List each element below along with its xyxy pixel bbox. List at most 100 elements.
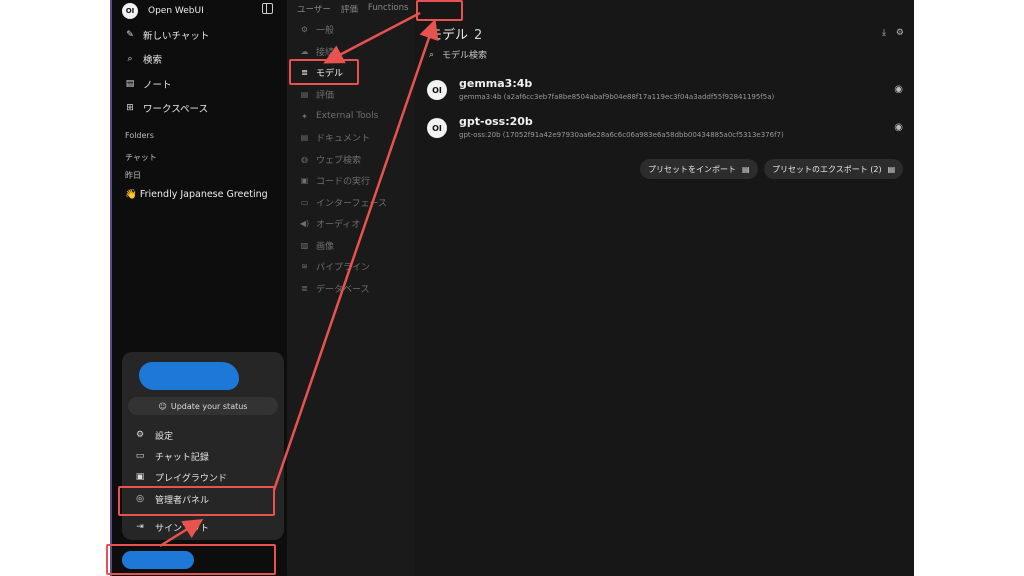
- settings-nav-interface[interactable]: ▭ インターフェース: [299, 194, 387, 210]
- models-toolbar: ⤓ ⚙: [882, 28, 904, 38]
- sidebar-item-label: 検索: [143, 55, 163, 66]
- sidebar-item-new-chat[interactable]: ✎ 新しいチャット: [124, 27, 209, 43]
- sidebar-item-search[interactable]: ⌕ 検索: [124, 51, 162, 67]
- model-row[interactable]: OI gemma3:4b gemma3:4b (a2af6cc3eb7fa8be…: [427, 76, 907, 106]
- settings-nav-label: オーディオ: [316, 219, 361, 230]
- models-panel: モデル 2 ⤓ ⚙ ⌕ モデル検索 OI gemma3:4b gemma3:4b …: [415, 0, 914, 576]
- export-presets-button[interactable]: プリセットのエクスポート (2) ▤: [764, 159, 904, 179]
- model-row[interactable]: OI gpt-oss:20b gpt-oss:20b (17052f91a42e…: [427, 114, 907, 144]
- chat-list-item[interactable]: 👋 Friendly Japanese Greeting: [125, 189, 268, 200]
- settings-nav-documents[interactable]: ▤ ドキュメント: [299, 129, 370, 145]
- search-input[interactable]: モデル検索: [442, 48, 487, 61]
- gear-icon: ⚙: [300, 24, 309, 34]
- menu-item-playground[interactable]: ▣ プレイグラウンド: [134, 469, 227, 485]
- document-icon: ▤: [300, 89, 309, 99]
- image-icon: ▨: [300, 240, 309, 250]
- settings-nav-label: 接続: [316, 47, 335, 58]
- settings-nav-pipelines[interactable]: ≋ パイプライン: [299, 258, 370, 274]
- database-icon: ≣: [301, 283, 308, 293]
- file-icon: ▤: [300, 132, 309, 142]
- menu-item-settings[interactable]: ⚙ 設定: [134, 427, 173, 443]
- eye-icon[interactable]: ◉: [894, 84, 903, 95]
- settings-nav-database[interactable]: ≣ データベース: [299, 280, 370, 296]
- import-presets-label: プリセットをインポート: [648, 164, 736, 174]
- sidebar-item-notes[interactable]: ▤ ノート: [124, 76, 172, 92]
- menu-item-sign-out[interactable]: ⇥ サインアウト: [134, 519, 209, 535]
- download-icon[interactable]: ⤓: [882, 28, 886, 38]
- highlight-models-nav: [289, 59, 359, 85]
- search-icon: ⌕: [429, 49, 435, 60]
- settings-nav: ユーザー 評価 Functions 設定 ⚙ 一般 ☁ 接続 ≣ モデル ▤ 評…: [287, 0, 435, 576]
- tab-users[interactable]: ユーザー: [297, 3, 331, 15]
- settings-nav-label: 一般: [316, 25, 335, 36]
- folders-section-label[interactable]: Folders: [125, 131, 154, 140]
- sidebar-toggle-icon[interactable]: [262, 3, 273, 14]
- update-status-button[interactable]: ☺ Update your status: [128, 397, 278, 415]
- settings-nav-label: インターフェース: [316, 198, 388, 209]
- model-search[interactable]: ⌕ モデル検索: [429, 48, 487, 62]
- model-name: gpt-oss:20b: [459, 115, 533, 128]
- sidebar-item-label: 新しいチャット: [143, 31, 210, 42]
- file-icon: ▤: [887, 164, 896, 174]
- monitor-icon: ▭: [300, 197, 309, 207]
- highlight-user-button: [106, 544, 276, 575]
- settings-nav-label: ウェブ検索: [316, 155, 362, 166]
- archive-icon: ▭: [135, 451, 145, 461]
- sidebar-item-workspace[interactable]: ⊞ ワークスペース: [124, 100, 208, 116]
- settings-nav-audio[interactable]: ◀) オーディオ: [299, 215, 361, 231]
- import-presets-button[interactable]: プリセットをインポート ▤: [640, 159, 758, 179]
- model-logo: OI: [427, 80, 447, 100]
- code-icon: ▣: [135, 472, 145, 482]
- sidebar-item-label: ノート: [143, 80, 172, 91]
- tab-functions[interactable]: Functions: [368, 3, 409, 15]
- signout-icon: ⇥: [136, 522, 144, 532]
- pipeline-icon: ≋: [301, 261, 308, 271]
- tab-evaluations[interactable]: 評価: [341, 3, 358, 15]
- model-logo: OI: [427, 118, 447, 138]
- settings-nav-label: ドキュメント: [316, 133, 371, 144]
- update-status-label: Update your status: [170, 401, 248, 411]
- gear-icon: ⚙: [135, 430, 145, 440]
- settings-nav-label: 画像: [316, 241, 335, 252]
- settings-nav-label: データベース: [316, 284, 370, 295]
- redacted-user-name: [139, 362, 239, 390]
- highlight-settings-tab: [416, 0, 463, 21]
- highlight-admin-panel: [118, 486, 275, 516]
- speaker-icon: ◀): [299, 218, 310, 228]
- workspace-icon: ⊞: [126, 103, 134, 113]
- cloud-icon: ☁: [300, 46, 309, 56]
- model-name: gemma3:4b: [459, 77, 533, 90]
- settings-nav-label: コードの実行: [316, 176, 371, 187]
- date-group-label: 昨日: [125, 171, 141, 180]
- gear-icon[interactable]: ⚙: [896, 28, 904, 38]
- app-header: OI Open WebUI: [122, 2, 204, 20]
- settings-nav-images[interactable]: ▨ 画像: [299, 237, 334, 253]
- menu-item-label: チャット記録: [155, 452, 209, 463]
- settings-nav-general[interactable]: ⚙ 一般: [299, 21, 334, 37]
- settings-nav-label: パイプライン: [316, 262, 371, 273]
- page-title: モデル 2: [429, 24, 482, 43]
- menu-item-label: プレイグラウンド: [155, 473, 227, 484]
- search-icon: ⌕: [127, 54, 133, 64]
- model-description: gemma3:4b (a2af6cc3eb7fa8be8504abaf9b04e…: [459, 93, 775, 101]
- app-logo[interactable]: OI: [122, 3, 138, 19]
- models-count: 2: [474, 28, 483, 43]
- wrench-icon: ✦: [301, 111, 308, 121]
- terminal-icon: ▣: [300, 175, 309, 185]
- eye-icon[interactable]: ◉: [894, 122, 903, 133]
- settings-nav-code-execution[interactable]: ▣ コードの実行: [299, 172, 370, 188]
- menu-item-chat-archive[interactable]: ▭ チャット記録: [134, 448, 209, 464]
- settings-nav-label: External Tools: [316, 111, 379, 121]
- menu-item-label: サインアウト: [155, 523, 210, 534]
- settings-nav-connections[interactable]: ☁ 接続: [299, 43, 335, 59]
- models-title-text: モデル: [429, 28, 469, 43]
- sidebar-item-label: ワークスペース: [143, 104, 209, 115]
- edit-icon: ✎: [126, 30, 134, 40]
- settings-nav-evaluations[interactable]: ▤ 評価: [299, 86, 334, 102]
- settings-nav-web-search[interactable]: ◍ ウェブ検索: [299, 151, 361, 167]
- settings-nav-external-tools[interactable]: ✦ External Tools: [299, 108, 378, 124]
- app-title: Open WebUI: [148, 6, 204, 16]
- model-description: gpt-oss:20b (17052f91a42e97930aa6e28a6c6…: [459, 131, 784, 139]
- export-presets-label: プリセットのエクスポート (2): [772, 164, 882, 174]
- chats-section-label[interactable]: チャット: [125, 152, 157, 163]
